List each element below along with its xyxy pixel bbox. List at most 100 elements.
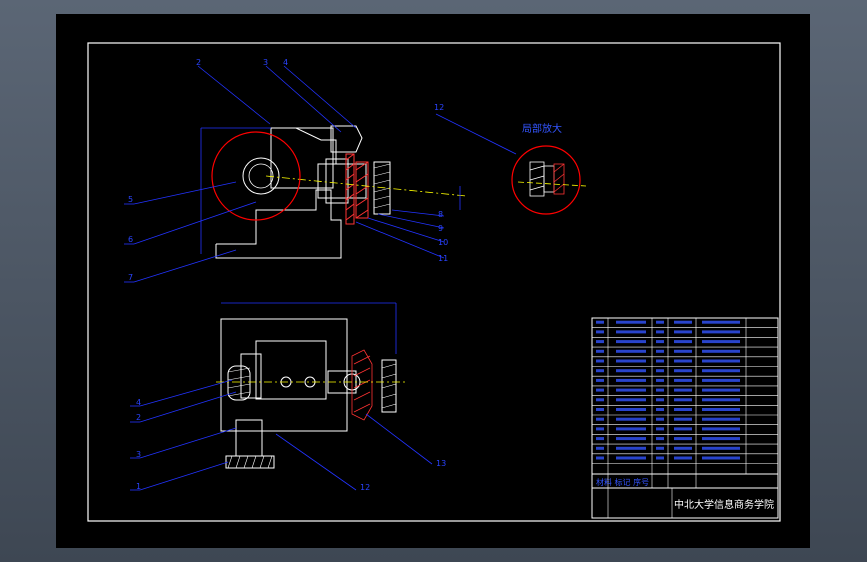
cell-text-mark [674, 417, 692, 421]
callout-top-6: 7 [128, 273, 133, 282]
cell-text-mark [596, 456, 604, 460]
technical-drawing: 2 3 4 5 6 7 8 9 10 11 12 局部放大 1 2 3 4 12… [87, 42, 781, 522]
callout-top-3: 4 [283, 58, 288, 67]
cell-text-mark [656, 340, 664, 344]
cell-text-mark [656, 330, 664, 334]
callout-bottom-3: 3 [136, 450, 141, 459]
shaft-housing [317, 163, 367, 199]
cell-text-mark [616, 417, 646, 421]
cell-text-mark [596, 408, 604, 411]
callout-bottom-2: 2 [136, 413, 141, 422]
callout-top-8: 9 [438, 224, 443, 233]
lower-hatch-section [351, 349, 373, 421]
cell-text-mark [596, 359, 604, 363]
cell-text-mark [674, 408, 692, 411]
table-title: 材料 标记 序号 [596, 477, 649, 487]
cell-text-mark [596, 320, 604, 324]
cell-text-mark [674, 456, 692, 460]
callout-top-11: 12 [434, 103, 444, 112]
cell-text-mark [596, 378, 604, 382]
cell-text-mark [702, 398, 740, 402]
cell-text-mark [656, 378, 664, 382]
cell-text-mark [616, 349, 646, 353]
cell-text-mark [596, 398, 604, 402]
cell-text-mark [616, 320, 646, 324]
cell-text-mark [656, 349, 664, 353]
cell-text-mark [702, 437, 740, 441]
callout-top-10: 11 [438, 254, 448, 263]
cad-viewport[interactable]: 2 3 4 5 6 7 8 9 10 11 12 局部放大 1 2 3 4 12… [0, 0, 867, 562]
callout-bottom-13: 13 [436, 459, 446, 468]
upper-leader-lines [124, 65, 517, 283]
cell-text-mark [656, 417, 664, 421]
school-name: 中北大学信息商务学院 [674, 498, 774, 511]
cell-text-mark [616, 408, 646, 411]
cell-text-mark [674, 359, 692, 363]
cell-text-mark [616, 437, 646, 441]
detail-circle-a [211, 131, 301, 221]
workpiece-circle [242, 157, 280, 195]
cell-text-mark [596, 330, 604, 334]
cell-text-mark [702, 320, 740, 324]
callout-top-5: 6 [128, 235, 133, 244]
cell-text-mark [674, 340, 692, 344]
cell-text-mark [656, 369, 664, 373]
cell-text-mark [656, 398, 664, 402]
cell-text-mark [702, 417, 740, 421]
cell-text-mark [596, 340, 604, 344]
callout-top-7: 8 [438, 210, 443, 219]
cell-text-mark [656, 427, 664, 431]
cell-text-mark [674, 369, 692, 373]
drawing-sheet: 2 3 4 5 6 7 8 9 10 11 12 局部放大 1 2 3 4 12… [56, 14, 810, 548]
cell-text-mark [656, 320, 664, 324]
cell-text-mark [616, 388, 646, 392]
lower-assembly-view [216, 302, 408, 469]
bottom-knob [225, 455, 275, 469]
cell-text-mark [702, 408, 740, 411]
cell-text-mark [656, 437, 664, 441]
cell-text-mark [656, 388, 664, 392]
cell-text-mark [616, 359, 646, 363]
cell-text-mark [702, 456, 740, 460]
fixture-base [215, 189, 342, 259]
cell-text-mark [616, 398, 646, 402]
cell-text-mark [674, 437, 692, 441]
cell-text-mark [674, 446, 692, 450]
cell-text-mark [674, 427, 692, 431]
detail-circle-b [511, 145, 581, 215]
callout-top-9: 10 [438, 238, 448, 247]
cell-text-mark [702, 446, 740, 450]
cell-text-mark [616, 456, 646, 460]
cell-text-mark [596, 417, 604, 421]
callout-bottom-12: 12 [360, 483, 370, 492]
callout-bottom-1: 1 [136, 482, 141, 491]
cell-text-mark [702, 340, 740, 344]
cell-text-mark [702, 369, 740, 373]
cell-text-mark [656, 408, 664, 411]
cell-text-mark [596, 437, 604, 441]
cell-text-mark [674, 378, 692, 382]
callout-bottom-4: 4 [136, 398, 141, 407]
cell-text-mark [596, 388, 604, 392]
cell-text-mark [616, 427, 646, 431]
callout-top-1: 2 [196, 58, 201, 67]
cell-text-mark [702, 427, 740, 431]
cell-text-mark [596, 427, 604, 431]
cell-text-mark [702, 330, 740, 334]
cell-text-mark [616, 369, 646, 373]
upper-callouts: 2 3 4 5 6 7 8 9 10 11 12 [128, 58, 448, 282]
cell-text-mark [674, 388, 692, 392]
cell-text-mark [702, 349, 740, 353]
cell-text-mark [616, 330, 646, 334]
callout-top-4: 5 [128, 195, 133, 204]
fixture-body [270, 127, 334, 189]
cell-text-mark [616, 446, 646, 450]
cell-text-mark [616, 378, 646, 382]
cell-text-mark [674, 398, 692, 402]
cell-text-mark [702, 378, 740, 382]
cell-text-mark [702, 388, 740, 392]
cell-text-mark [656, 359, 664, 363]
cell-text-mark [702, 359, 740, 363]
cell-text-mark [656, 446, 664, 450]
cell-text-mark [616, 340, 646, 344]
